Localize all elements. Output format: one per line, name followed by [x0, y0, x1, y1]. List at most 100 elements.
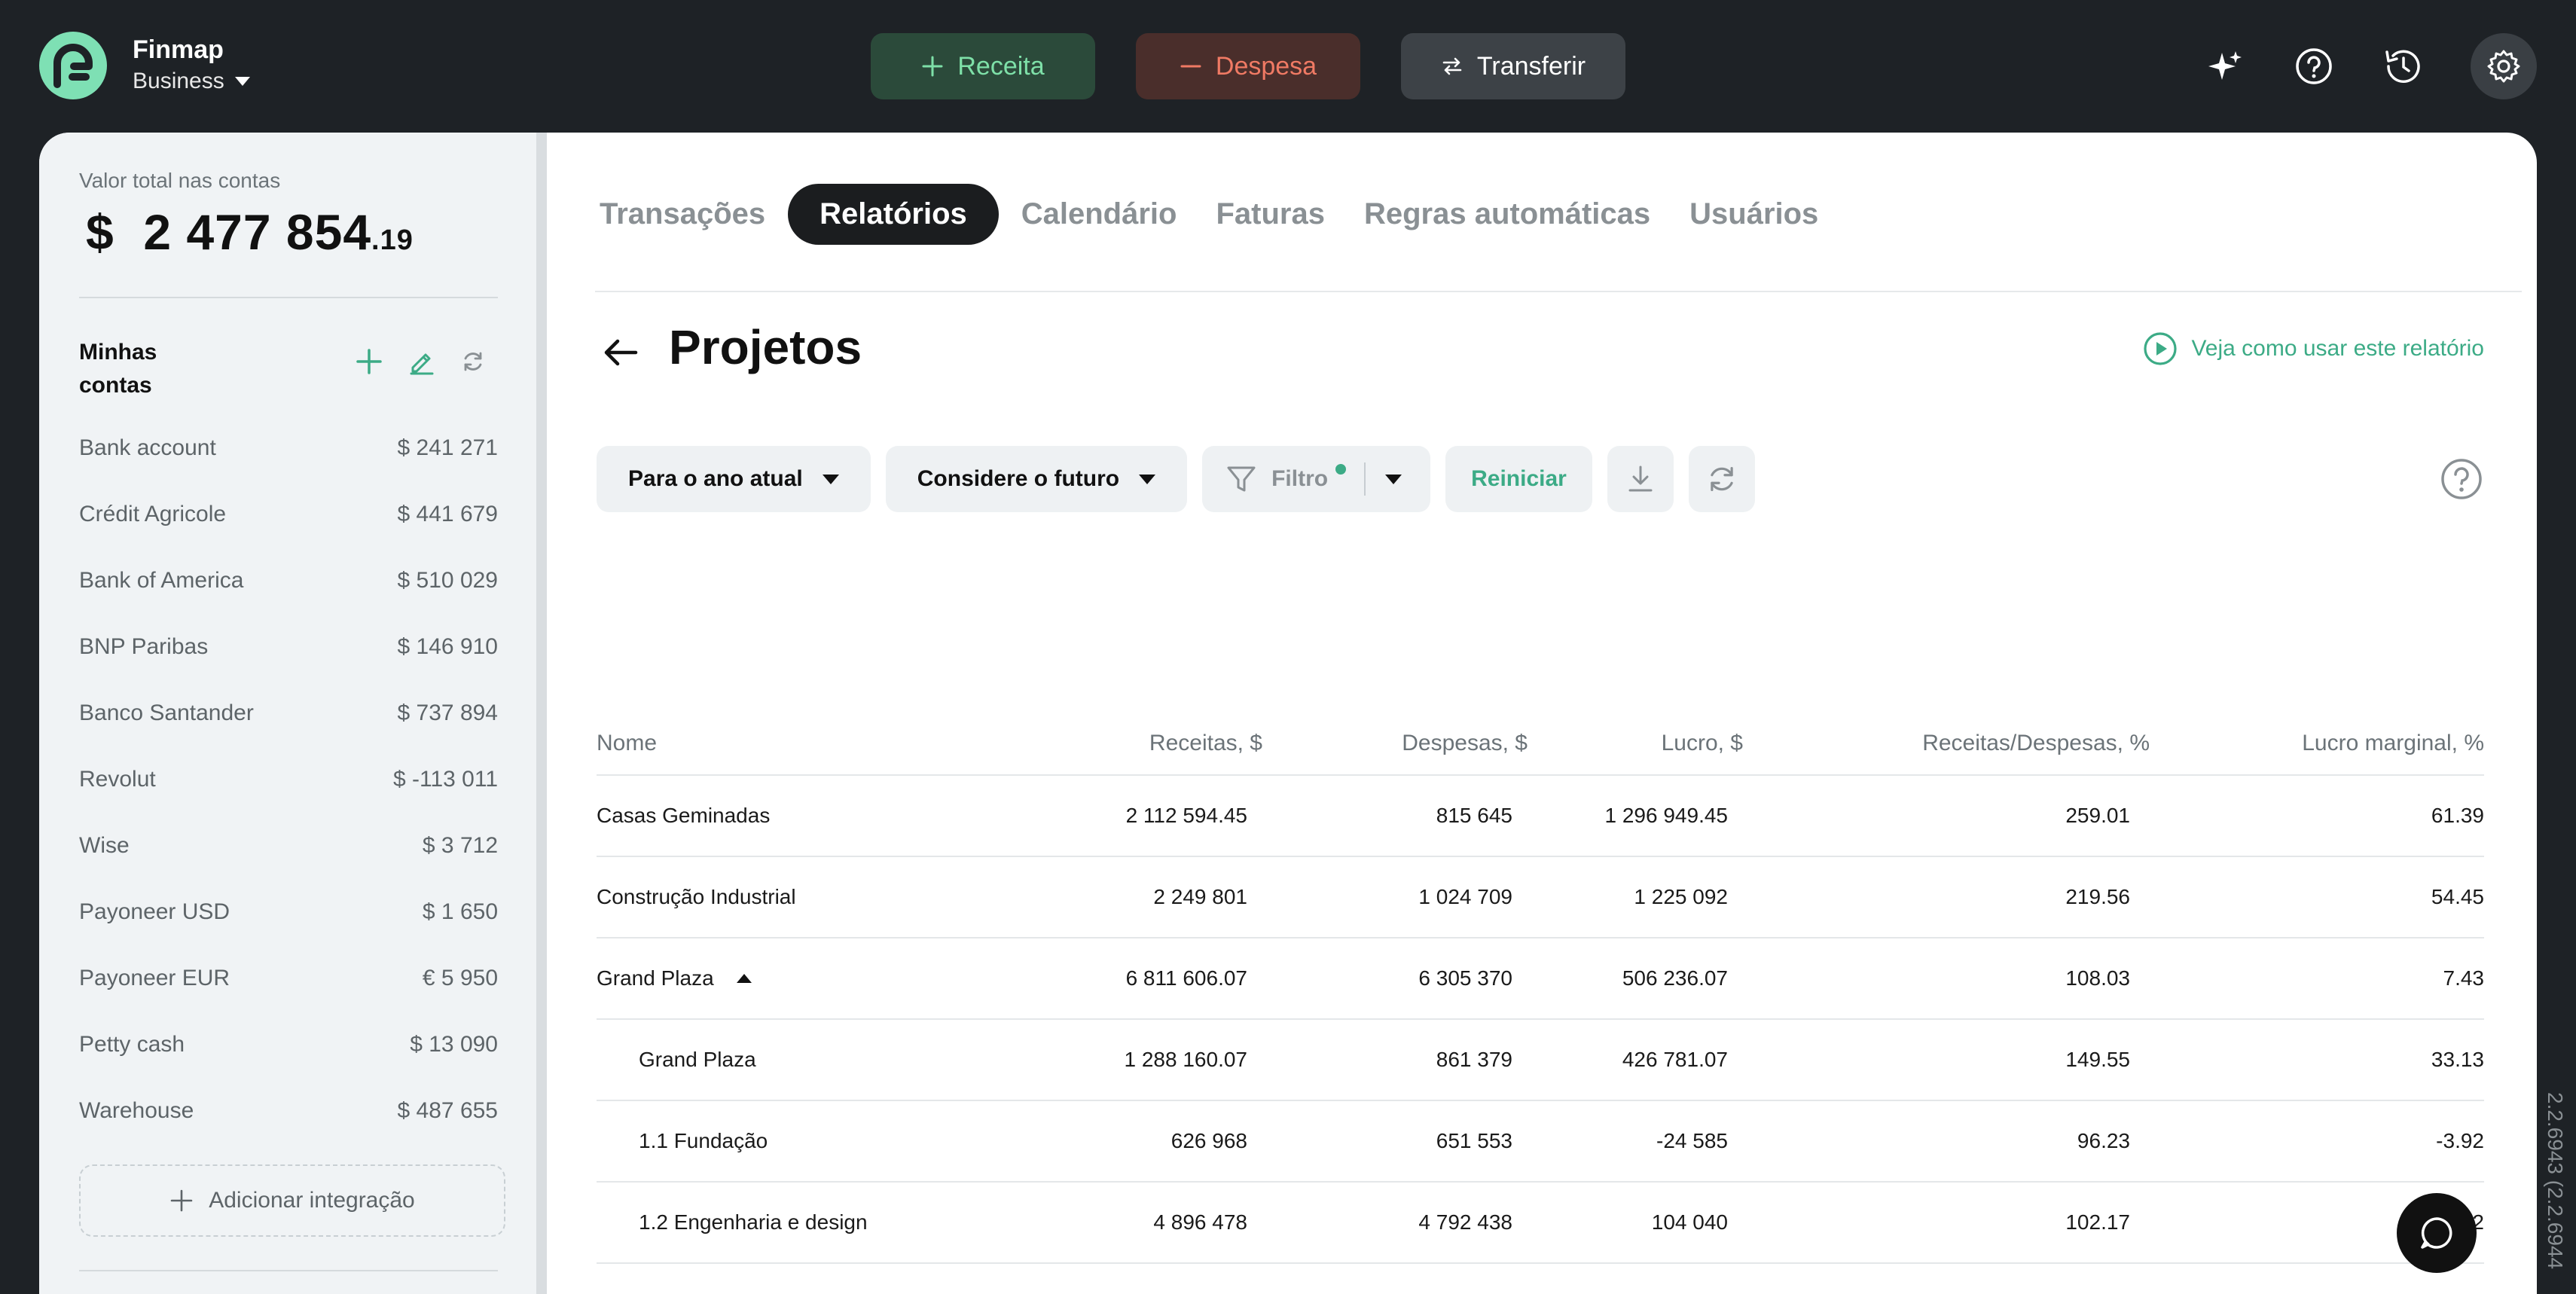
- cell-text: 815 645: [1436, 804, 1512, 827]
- account-row[interactable]: Payoneer USD $ 1 650: [79, 879, 498, 945]
- brand-name: Finmap: [133, 35, 224, 64]
- cell-text: 651 553: [1436, 1129, 1512, 1152]
- future-dropdown[interactable]: Considere o futuro: [885, 446, 1188, 512]
- add-expense-button[interactable]: Despesa: [1136, 33, 1360, 99]
- filter-label: Filtro: [1271, 466, 1329, 491]
- cell-text: 2 112 594.45: [1125, 804, 1247, 827]
- add-income-button[interactable]: Receita: [871, 33, 1095, 99]
- tab-usuarios[interactable]: Usuários: [1673, 184, 1835, 245]
- chevron-down-icon: [822, 474, 839, 484]
- table-row[interactable]: 1.2 Engenharia e design 4 896 478 4 792 43…: [597, 1183, 2484, 1264]
- refresh-button[interactable]: [1688, 446, 1755, 512]
- minus-icon: [1180, 65, 1201, 68]
- col-header-name[interactable]: Nome: [597, 713, 657, 774]
- main-card: Valor total nas contas $ 2 477 854.19 Mi…: [39, 133, 2537, 1294]
- chat-icon: [2421, 1217, 2452, 1249]
- help-button[interactable]: [2284, 36, 2344, 96]
- cell-name: 1.2 Engenharia e design: [597, 1183, 868, 1262]
- add-integration-button[interactable]: Adicionar integração: [79, 1164, 505, 1237]
- account-row[interactable]: BNP Paribas $ 146 910: [79, 614, 498, 680]
- cell-expense: 651 553: [1436, 1101, 1512, 1181]
- col-header-profit[interactable]: Lucro, $: [1662, 713, 1743, 774]
- table-row[interactable]: 1.1 Fundação 626 968 651 553 -24 585 96.23 -3…: [597, 1101, 2484, 1183]
- finmap-logo-icon[interactable]: [39, 32, 107, 99]
- tab-faturas[interactable]: Faturas: [1199, 184, 1341, 245]
- arrow-left-icon[interactable]: [598, 330, 643, 375]
- tab-calendario[interactable]: Calendário: [1005, 184, 1194, 245]
- cell-profit: 426 781.07: [1622, 1020, 1728, 1100]
- account-balance: € 5 950: [422, 966, 498, 990]
- cell-margin: 33.13: [2431, 1020, 2484, 1100]
- account-row[interactable]: Bank of America $ 510 029: [79, 548, 498, 614]
- cell-text: 108.03: [2065, 966, 2130, 990]
- table-row[interactable]: Casas Geminadas 2 112 594.45 815 645 1 296 …: [597, 776, 2484, 857]
- projects-table: Nome Receitas, $ Despesas, $ Lucro, $ Re…: [597, 713, 2484, 1294]
- account-balance: $ 146 910: [397, 634, 498, 659]
- col-header-ratio[interactable]: Receitas/Despesas, %: [1922, 713, 2150, 774]
- transfer-arrows-icon: [1442, 57, 1462, 75]
- download-button[interactable]: [1607, 446, 1674, 512]
- help-icon: [2296, 48, 2332, 84]
- tab-transacoes[interactable]: Transações: [583, 184, 782, 245]
- cell-text: 426 781.07: [1622, 1048, 1728, 1071]
- period-dropdown[interactable]: Para o ano atual: [597, 446, 871, 512]
- cell-expense: 815 645: [1436, 776, 1512, 856]
- account-balance: $ 241 271: [397, 435, 498, 460]
- chat-button[interactable]: [2397, 1193, 2477, 1273]
- account-row[interactable]: Wise $ 3 712: [79, 813, 498, 879]
- plus-icon: [170, 1189, 193, 1212]
- account-row[interactable]: Crédit Agricole $ 441 679: [79, 481, 498, 548]
- col-header-margin[interactable]: Lucro marginal, %: [2302, 713, 2484, 774]
- sidebar-scrollbar[interactable]: [536, 133, 547, 1294]
- cell-margin: 54.45: [2431, 857, 2484, 937]
- reset-button[interactable]: Reiniciar: [1445, 446, 1592, 512]
- main-tabs: Transações Relatórios Calendário Faturas…: [583, 184, 1835, 245]
- account-row[interactable]: Banco Santander $ 737 894: [79, 680, 498, 746]
- cell-text: -3.92: [2436, 1129, 2484, 1152]
- account-name: Payoneer USD: [79, 899, 230, 924]
- col-header-income[interactable]: Receitas, $: [1149, 713, 1262, 774]
- account-row[interactable]: Revolut $ -113 011: [79, 746, 498, 813]
- page-title: Projetos: [669, 320, 862, 374]
- account-row[interactable]: Payoneer EUR € 5 950: [79, 945, 498, 1012]
- table-row[interactable]: Grand Plaza 1 288 160.07 861 379 426 781.07…: [597, 1020, 2484, 1101]
- account-balance: $ 1 650: [422, 899, 498, 924]
- how-to-use-link[interactable]: Veja como usar este relatório: [2143, 331, 2484, 366]
- settings-button[interactable]: [2471, 33, 2537, 99]
- collapse-caret-icon[interactable]: [736, 974, 752, 983]
- total-balance-currency: $: [86, 204, 114, 260]
- history-button[interactable]: [2373, 36, 2433, 96]
- tab-relatorios[interactable]: Relatórios: [788, 184, 999, 245]
- workspace-switcher[interactable]: Finmap Business: [133, 33, 250, 96]
- accounts-title: Minhas contas: [79, 340, 157, 398]
- filter-button[interactable]: Filtro: [1202, 446, 1431, 512]
- app-version: 2.2.6943 (2.2.6944: [2544, 1092, 2567, 1270]
- table-row[interactable]: Grand Plaza 6 811 606.07 6 305 370 506 236.…: [597, 938, 2484, 1020]
- cell-profit: -24 585: [1656, 1101, 1728, 1181]
- table-row[interactable]: Torre do Parque 2 558 445 553 324 2 005 121…: [597, 1264, 2484, 1294]
- total-balance-value: $ 2 477 854.19: [86, 203, 414, 261]
- transfer-button[interactable]: Transferir: [1401, 33, 1625, 99]
- account-row[interactable]: Bank account $ 241 271: [79, 415, 498, 481]
- table-row[interactable]: Construção Industrial 2 249 801 1 024 709 1…: [597, 857, 2484, 938]
- account-row[interactable]: Warehouse $ 487 655: [79, 1078, 498, 1144]
- history-icon: [2385, 50, 2420, 83]
- add-income-label: Receita: [957, 51, 1045, 81]
- help-icon[interactable]: [2439, 456, 2484, 502]
- ai-assistant-button[interactable]: [2195, 36, 2255, 96]
- cell-expense: 6 305 370: [1418, 938, 1512, 1018]
- plus-icon[interactable]: [356, 348, 383, 375]
- cell-profit: 1 296 949.45: [1605, 776, 1729, 856]
- tab-regras-automaticas[interactable]: Regras automáticas: [1348, 184, 1667, 245]
- cell-text: 506 236.07: [1622, 966, 1728, 990]
- top-bar: Finmap Business Receita Despesa Transfer…: [0, 0, 2576, 133]
- cell-ratio: 102.17: [2065, 1183, 2130, 1262]
- accounts-actions: [356, 348, 485, 375]
- account-row[interactable]: Petty cash $ 13 090: [79, 1012, 498, 1078]
- filter-dropdown-toggle[interactable]: [1385, 474, 1430, 484]
- chevron-down-icon: [1385, 474, 1402, 484]
- pencil-icon[interactable]: [408, 348, 435, 375]
- refresh-icon[interactable]: [461, 349, 485, 374]
- account-name: Petty cash: [79, 1032, 185, 1057]
- col-header-expense[interactable]: Despesas, $: [1402, 713, 1528, 774]
